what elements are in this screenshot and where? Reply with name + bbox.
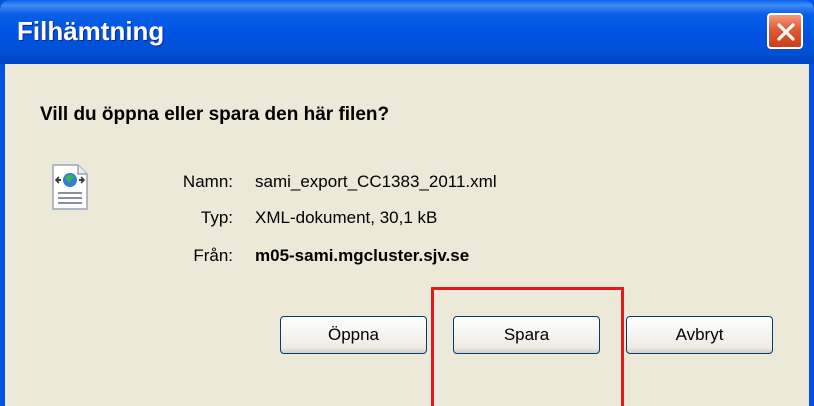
name-value: sami_export_CC1383_2011.xml xyxy=(255,172,497,191)
save-highlight-box xyxy=(431,287,624,406)
open-button[interactable]: Öppna xyxy=(280,316,427,354)
cancel-button[interactable]: Avbryt xyxy=(626,316,773,354)
type-value: XML-dokument, 30,1 kB xyxy=(255,208,438,227)
type-row: Typ: XML-dokument, 30,1 kB xyxy=(5,208,805,232)
window-title: Filhämtning xyxy=(17,16,165,46)
from-row: Från: m05-sami.mgcluster.sjv.se xyxy=(5,246,805,270)
from-value: m05-sami.mgcluster.sjv.se xyxy=(255,246,470,265)
close-icon xyxy=(777,23,795,41)
title-bar[interactable]: Filhämtning xyxy=(0,0,814,64)
dialog-question: Vill du öppna eller spara den här filen? xyxy=(40,104,390,125)
name-label: Namn: xyxy=(182,172,233,191)
from-label: Från: xyxy=(193,246,233,265)
dialog-body: Vill du öppna eller spara den här filen?… xyxy=(5,64,809,406)
download-dialog-window: Filhämtning Vill du öppna eller spara de… xyxy=(0,0,814,406)
type-label: Typ: xyxy=(200,208,233,227)
name-row: Namn: sami_export_CC1383_2011.xml xyxy=(5,172,805,196)
close-button[interactable] xyxy=(767,13,803,49)
